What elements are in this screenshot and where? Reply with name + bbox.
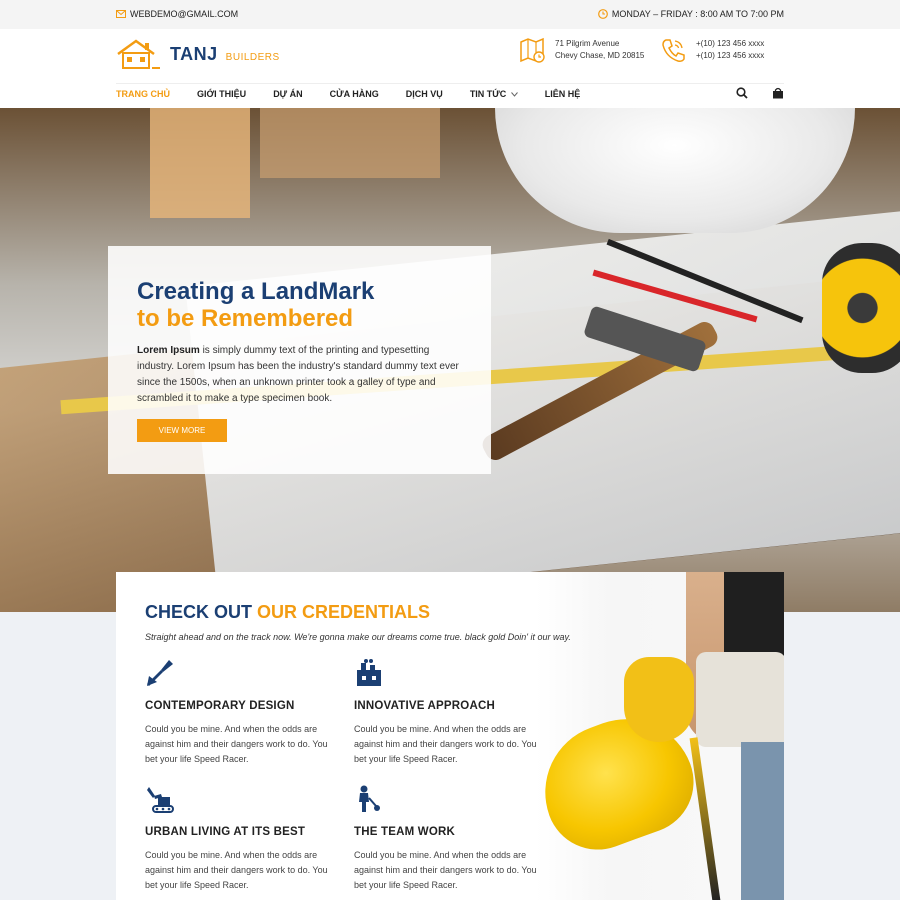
worker-glove [624,657,694,742]
view-more-button[interactable]: VIEW MORE [137,419,227,442]
credentials-title-a: CHECK OUT [145,602,257,622]
feature-description: Could you be mine. And when the odds are… [354,724,537,764]
opening-hours: MONDAY – FRIDAY : 8:00 AM TO 7:00 PM [598,9,784,19]
top-bar: WEBDEMO@GMAIL.COM MONDAY – FRIDAY : 8:00… [0,0,900,29]
address-line-2: Chevy Chase, MD 20815 [555,51,645,60]
excavator-icon [147,787,174,813]
email-text: WEBDEMO@GMAIL.COM [130,9,239,19]
feature-description: Could you be mine. And when the odds are… [145,850,328,890]
main-nav: TRANG CHỦ GIỚI THIỆU DỰ ÁN CỬA HÀNG DỊCH… [116,83,784,103]
brand-name: TANJ [170,43,218,64]
nav-item-news[interactable]: TIN TỨC [470,89,518,99]
address-line-1: 71 Pilgrim Avenue [555,39,620,48]
hero-title-line-1: Creating a LandMark [137,278,375,305]
nav-item-home[interactable]: TRANG CHỦ [116,89,170,99]
nav-item-news-label: TIN TỨC [469,89,507,99]
hero-card: Creating a LandMark to be Remembered Lor… [108,246,491,474]
hero-tape-measure [822,243,900,373]
phone-number-2[interactable]: +(10) 123 456 xxxx [696,50,764,62]
phone-block: +(10) 123 456 xxxx +(10) 123 456 xxxx [660,37,764,63]
credentials-intro: Straight ahead and on the track now. We'… [145,632,571,642]
feature-urban-living: URBAN LIVING AT ITS BEST Could you be mi… [145,784,345,890]
house-logo-icon [117,39,160,69]
worker-icon [359,785,380,812]
worker-shirt [724,572,784,662]
site-logo[interactable]: TANJ BUILDERS [116,38,280,70]
hero-description-bold: Lorem Ipsum [137,345,200,356]
search-icon[interactable] [736,87,748,99]
hero-white-helmet [495,108,855,233]
map-icon [520,37,545,63]
address-block: 71 Pilgrim Avenue Chevy Chase, MD 20815 [519,37,644,63]
feature-contemporary-design: CONTEMPORARY DESIGN Could you be mine. A… [145,658,345,764]
hours-text: MONDAY – FRIDAY : 8:00 AM TO 7:00 PM [611,9,784,19]
hero-title-line-2: to be Remembered [137,305,354,332]
factory-icon [357,659,381,686]
feature-innovative-approach: INNOVATIVE APPROACH Could you be mine. A… [354,658,554,764]
nav-item-projects[interactable]: DỰ ÁN [273,89,302,99]
credentials-title-b: OUR CREDENTIALS [257,602,431,622]
credentials-section: CHECK OUT OUR CREDENTIALS Straight ahead… [116,572,784,900]
worker-tool-belt [696,652,784,747]
phone-number-1[interactable]: +(10) 123 456 xxxx [696,38,764,50]
nav-item-contact[interactable]: LIÊN HỆ [545,89,581,99]
feature-title: THE TEAM WORK [354,826,455,838]
phone-icon [662,39,685,62]
feature-title: INNOVATIVE APPROACH [354,700,495,712]
hero-description: Lorem Ipsum is simply dummy text of the … [137,343,467,407]
nav-item-shop[interactable]: CỬA HÀNG [330,89,379,99]
feature-team-work: THE TEAM WORK Could you be mine. And whe… [354,784,554,890]
nav-item-about[interactable]: GIỚI THIỆU [197,89,246,99]
hero-background-window [150,108,250,218]
hero-banner: Creating a LandMark to be Remembered Lor… [0,108,900,612]
worker-jeans [741,742,784,900]
feature-title: CONTEMPORARY DESIGN [145,700,295,712]
feature-description: Could you be mine. And when the odds are… [354,850,537,890]
envelope-icon [116,10,126,18]
nav-item-services[interactable]: DỊCH VỤ [406,89,443,99]
brand-subtitle: BUILDERS [225,51,280,63]
hero-background-window [260,108,440,178]
feature-description: Could you be mine. And when the odds are… [145,724,328,764]
worker-photo [526,572,784,900]
worker-tool [689,737,721,900]
credentials-title: CHECK OUT OUR CREDENTIALS [145,602,430,623]
site-header: TANJ BUILDERS 71 Pilgrim Avenue Chevy Ch… [0,29,900,108]
shopping-bag-icon[interactable] [772,87,784,99]
clock-icon [598,9,608,19]
feature-title: URBAN LIVING AT ITS BEST [145,826,306,838]
chevron-down-icon [510,92,518,97]
trowel-icon [147,660,173,686]
contact-email[interactable]: WEBDEMO@GMAIL.COM [116,9,238,19]
